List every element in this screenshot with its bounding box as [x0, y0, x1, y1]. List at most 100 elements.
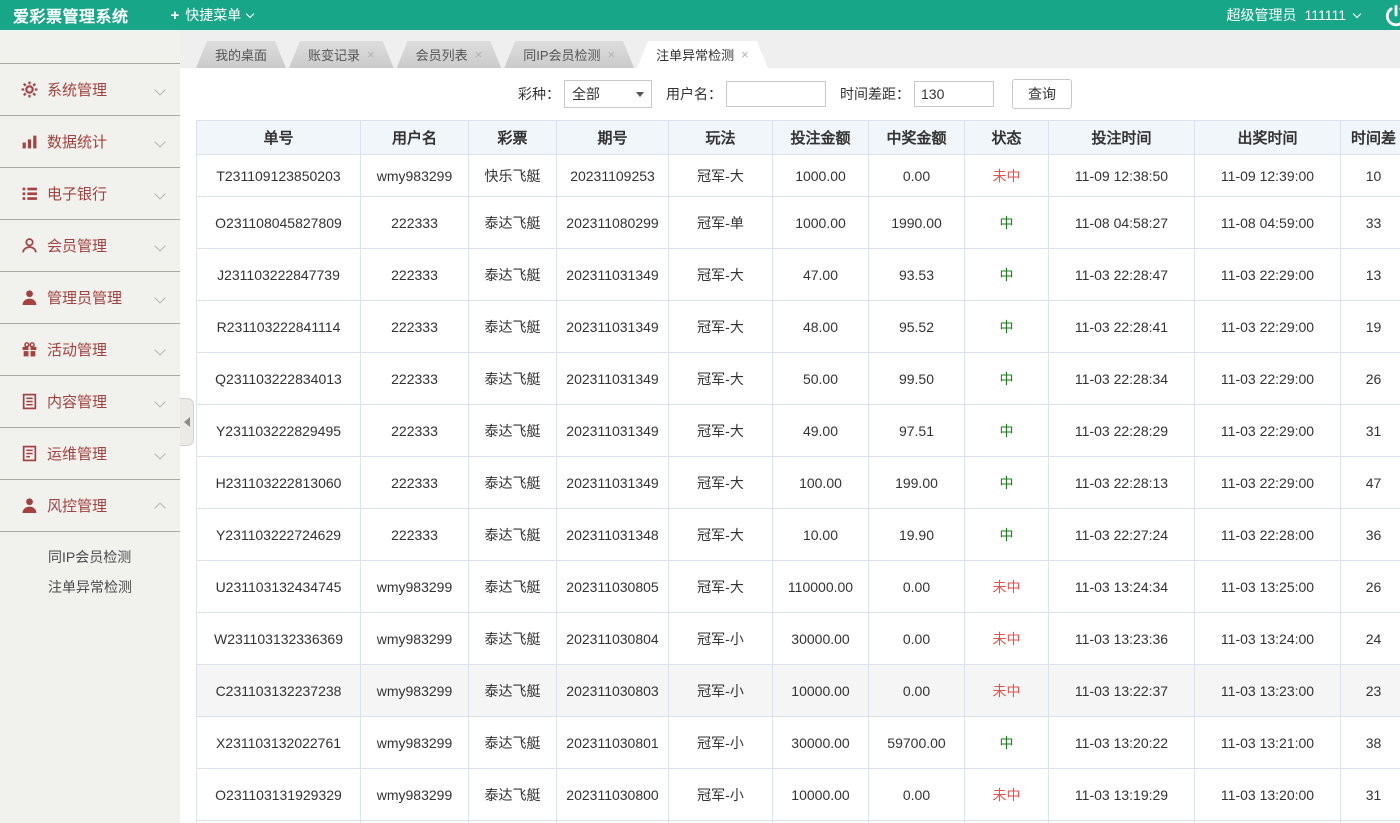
- tab-同IP会员检测[interactable]: 同IP会员检测×: [504, 41, 634, 68]
- order-no-cell: H231103222813060: [197, 457, 361, 509]
- search-button[interactable]: 查询: [1012, 79, 1072, 109]
- quick-menu-button[interactable]: + 快捷菜单: [171, 5, 254, 25]
- bet-time-cell: 11-03 13:23:36: [1049, 613, 1195, 665]
- bet-time-cell: 11-09 12:38:50: [1049, 155, 1195, 197]
- sidebar-item-风控管理[interactable]: 风控管理: [0, 479, 180, 531]
- username-cell: wmy983299: [361, 561, 469, 613]
- win-amount-cell: 0.00: [869, 155, 965, 197]
- time-diff-cell: 26: [1341, 353, 1400, 405]
- tab-会员列表[interactable]: 会员列表×: [397, 41, 502, 68]
- sidebar-subitem-注单异常检测[interactable]: 注单异常检测: [0, 572, 180, 602]
- table-row: O231108045827809222333泰达飞艇202311080299冠军…: [197, 197, 1400, 249]
- draw-time-cell: 11-03 13:20:00: [1195, 769, 1341, 821]
- quick-menu-label: 快捷菜单: [185, 5, 241, 25]
- lottery-cell: 泰达飞艇: [469, 405, 557, 457]
- tab-close-icon[interactable]: ×: [367, 48, 375, 61]
- order-no-cell: C231103132237238: [197, 665, 361, 717]
- lottery-cell: 快乐飞艇: [469, 155, 557, 197]
- column-header-投注时间: 投注时间: [1049, 121, 1195, 155]
- play-cell: 冠军-大: [669, 249, 773, 301]
- ops-icon: [21, 445, 38, 462]
- sidebar-item-label: 活动管理: [47, 339, 107, 360]
- lottery-cell: 泰达飞艇: [469, 665, 557, 717]
- username-input[interactable]: [726, 81, 826, 107]
- tab-注单异常检测[interactable]: 注单异常检测 ×: [637, 41, 768, 68]
- bet-time-cell: 11-03 13:19:29: [1049, 769, 1195, 821]
- app-title: 爱彩票管理系统: [0, 3, 129, 27]
- order-no-cell: J231103222847739: [197, 249, 361, 301]
- sidebar-item-会员管理[interactable]: 会员管理: [0, 219, 180, 271]
- time-diff-cell: 47: [1341, 457, 1400, 509]
- win-amount-cell: 95.52: [869, 301, 965, 353]
- timediff-input[interactable]: [914, 81, 994, 107]
- user-menu[interactable]: 超级管理员 111111: [1226, 5, 1400, 25]
- win-amount-cell: 0.00: [869, 561, 965, 613]
- bet-amount-cell: 110000.00: [773, 561, 869, 613]
- logout-icon[interactable]: [1383, 3, 1400, 30]
- gift-icon: [21, 341, 38, 358]
- lottery-cell: 泰达飞艇: [469, 613, 557, 665]
- sidebar-item-电子银行[interactable]: 电子银行: [0, 167, 180, 219]
- table-body: T231109123850203wmy983299快乐飞艇20231109253…: [197, 155, 1400, 823]
- lottery-select[interactable]: 全部: [564, 80, 652, 108]
- order-no-cell: Y231103222829495: [197, 405, 361, 457]
- sidebar-subitem-同IP会员检测[interactable]: 同IP会员检测: [0, 542, 180, 572]
- time-diff-cell: 31: [1341, 769, 1400, 821]
- tab-账变记录[interactable]: 账变记录 ×: [289, 41, 394, 68]
- lottery-cell: 泰达飞艇: [469, 561, 557, 613]
- sidebar-item-数据统计[interactable]: 数据统计: [0, 115, 180, 167]
- lottery-cell: 泰达飞艇: [469, 249, 557, 301]
- tab-close-icon[interactable]: ×: [475, 48, 483, 61]
- play-cell: 冠军-小: [669, 769, 773, 821]
- time-diff-cell: 36: [1341, 509, 1400, 561]
- sidebar-item-系统管理[interactable]: 系统管理: [0, 63, 180, 115]
- order-no-cell: U231103132434745: [197, 561, 361, 613]
- issue-cell: 20231109253: [557, 155, 669, 197]
- tab-close-icon[interactable]: ×: [608, 48, 616, 61]
- tab-bar: 我的桌面账变记录×会员列表×同IP会员检测×注单异常检测×: [180, 30, 1400, 68]
- table-row: Q231103222834013222333泰达飞艇202311031349冠军…: [197, 353, 1400, 405]
- sidebar-item-内容管理[interactable]: 内容管理: [0, 375, 180, 427]
- draw-time-cell: 11-03 22:29:00: [1195, 457, 1341, 509]
- issue-cell: 202311031349: [557, 301, 669, 353]
- status-cell: 中: [965, 509, 1049, 561]
- time-diff-cell: 13: [1341, 249, 1400, 301]
- order-no-cell: O231103131929329: [197, 769, 361, 821]
- column-header-期号: 期号: [557, 121, 669, 155]
- sidebar-item-label: 管理员管理: [47, 287, 122, 308]
- sidebar-item-运维管理[interactable]: 运维管理: [0, 427, 180, 479]
- status-cell: 未中: [965, 769, 1049, 821]
- chevron-down-icon: [154, 448, 165, 459]
- column-header-投注金额: 投注金额: [773, 121, 869, 155]
- username-cell: wmy983299: [361, 769, 469, 821]
- play-cell: 冠军-小: [669, 717, 773, 769]
- tab-我的桌面[interactable]: 我的桌面: [196, 41, 286, 68]
- tab-label: 注单异常检测: [656, 45, 734, 64]
- win-amount-cell: 93.53: [869, 249, 965, 301]
- table-header-row: 单号用户名彩票期号玩法投注金额中奖金额状态投注时间出奖时间时间差: [197, 121, 1400, 155]
- win-amount-cell: 19.90: [869, 509, 965, 561]
- column-header-出奖时间: 出奖时间: [1195, 121, 1341, 155]
- issue-cell: 202311031349: [557, 457, 669, 509]
- username-cell: 222333: [361, 509, 469, 561]
- lottery-cell: 泰达飞艇: [469, 197, 557, 249]
- user-role: 超级管理员: [1226, 5, 1296, 25]
- sidebar-item-管理员管理[interactable]: 管理员管理: [0, 271, 180, 323]
- username-cell: 222333: [361, 405, 469, 457]
- play-cell: 冠军-大: [669, 353, 773, 405]
- time-diff-cell: 38: [1341, 717, 1400, 769]
- chevron-down-icon: [154, 396, 165, 407]
- sidebar-item-活动管理[interactable]: 活动管理: [0, 323, 180, 375]
- lottery-cell: 泰达飞艇: [469, 353, 557, 405]
- play-cell: 冠军-大: [669, 561, 773, 613]
- tab-label: 账变记录: [308, 45, 360, 64]
- sidebar-item-label: 内容管理: [47, 391, 107, 412]
- status-cell: 中: [965, 405, 1049, 457]
- issue-cell: 202311030805: [557, 561, 669, 613]
- time-diff-cell: 31: [1341, 405, 1400, 457]
- lottery-filter-label: 彩种：: [518, 84, 560, 104]
- tab-close-icon[interactable]: ×: [741, 48, 749, 61]
- sidebar-collapse-handle[interactable]: [180, 398, 194, 446]
- issue-cell: 202311030804: [557, 613, 669, 665]
- status-cell: 未中: [965, 561, 1049, 613]
